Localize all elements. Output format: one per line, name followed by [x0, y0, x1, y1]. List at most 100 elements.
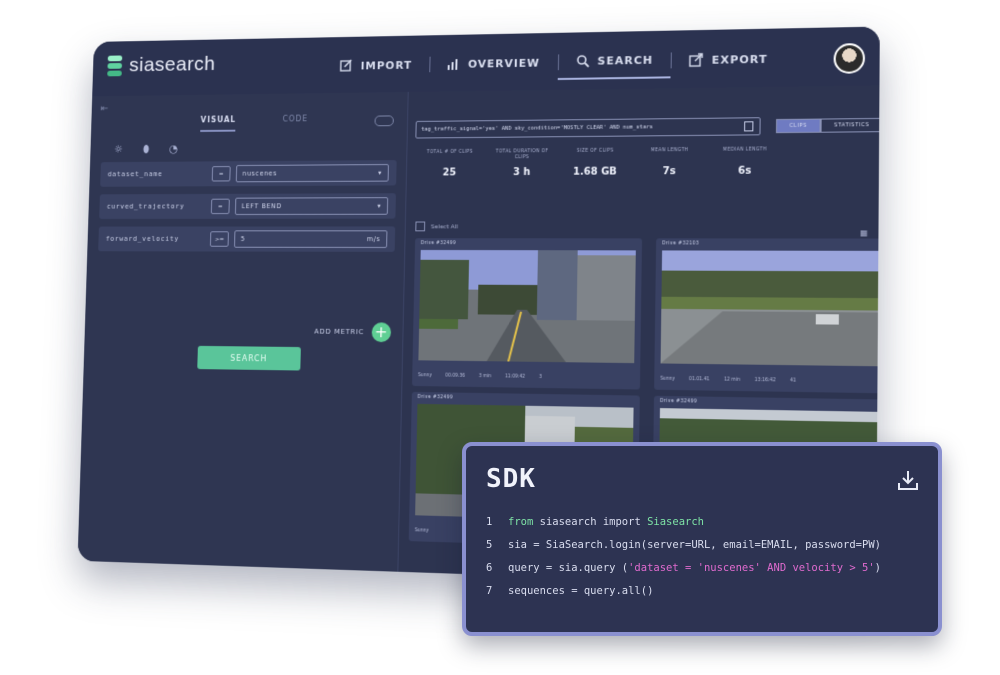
- value-select[interactable]: nuscenes ▾: [235, 164, 389, 183]
- sdk-card: SDK 1 from siasearch import Siasearch 5 sia…: [462, 442, 942, 636]
- code-line: 7 sequences = query.all(): [486, 585, 881, 608]
- add-metric-button[interactable]: ADD METRIC +: [314, 322, 392, 343]
- code-token: sequences = query.all(): [508, 585, 654, 597]
- nav-search[interactable]: SEARCH: [557, 42, 672, 81]
- stat-value: 1.68 GB: [572, 166, 617, 178]
- query-input[interactable]: tag_traffic_signal='yes' AND sky_conditi…: [415, 117, 761, 139]
- stat-value: 25: [442, 167, 457, 179]
- stat-label: SIZE OF CLIPS: [576, 148, 614, 154]
- code-token: from: [508, 516, 534, 528]
- nav-export-label: EXPORT: [711, 52, 768, 67]
- stat-value: 3 h: [512, 167, 531, 178]
- code-line: 1 from siasearch import Siasearch: [486, 516, 881, 539]
- nav-import[interactable]: IMPORT: [322, 47, 429, 84]
- search-icon: [575, 54, 589, 68]
- stat-label: MEDIAN LENGTH: [722, 147, 767, 153]
- code-block: 1 from siasearch import Siasearch 5 sia = S…: [486, 516, 881, 608]
- metric-row-trajectory: curved_trajectory = LEFT BEND ▾: [99, 193, 396, 219]
- date-meta: 00.09.36: [445, 373, 465, 379]
- clip-title: Drive #32499: [420, 241, 457, 247]
- location-icon[interactable]: ⬮: [143, 143, 150, 156]
- download-icon[interactable]: [896, 468, 920, 492]
- select-all-label: Select All: [430, 222, 458, 230]
- toggle-statistics[interactable]: STATISTICS: [820, 117, 880, 133]
- stat-label: TOTAL # OF CLIPS: [426, 149, 473, 155]
- operator-select[interactable]: =: [211, 166, 231, 182]
- panel-toggle[interactable]: [374, 115, 394, 127]
- grid-view-icon[interactable]: ▦: [860, 228, 868, 237]
- stat-value: 7s: [662, 166, 676, 178]
- logo[interactable]: siasearch: [107, 52, 216, 78]
- time-meta: 11:09:42: [504, 374, 526, 380]
- search-button[interactable]: SEARCH: [197, 345, 301, 371]
- line-number: 5: [486, 539, 493, 551]
- metric-row-velocity: forward_velocity >= 5 m/s: [98, 226, 396, 252]
- clip-thumbnail: [660, 250, 880, 367]
- weather-meta: Sunny: [414, 528, 429, 534]
- clip-card[interactable]: Drive #32499 Sunny 00.09.36 3 min 11:09:…: [412, 238, 643, 390]
- logo-icon: [107, 55, 123, 77]
- code-token: Siasearch: [647, 516, 704, 528]
- query-builder-panel: ⇤ VISUAL CODE ☼ ⬮ ◔ dataset_name = nusce…: [77, 91, 409, 572]
- value-input[interactable]: 5 m/s: [234, 230, 388, 248]
- operator-select[interactable]: =: [210, 198, 230, 215]
- nav-import-label: IMPORT: [360, 58, 413, 72]
- code-token: siasearch import: [533, 516, 648, 528]
- stats-bar: TOTAL # OF CLIPS 25 TOTAL DURATION OF CLI…: [422, 147, 774, 178]
- stat-mean-length: MEAN LENGTH 7s: [641, 148, 698, 177]
- plus-icon: +: [371, 322, 392, 343]
- code-line: 5 sia = SiaSearch.login(server=URL, email…: [486, 539, 881, 562]
- metric-label: curved_trajectory: [106, 202, 185, 211]
- metric-row-dataset: dataset_name = nuscenes ▾: [100, 160, 397, 187]
- nav-overview[interactable]: OVERVIEW: [429, 45, 558, 82]
- clip-title: Drive #32103: [662, 241, 700, 247]
- duration-meta: 12 min: [723, 377, 741, 383]
- count-meta: 3: [538, 374, 542, 380]
- collapse-icon[interactable]: ⇤: [101, 104, 109, 114]
- value-select[interactable]: LEFT BEND ▾: [234, 197, 389, 215]
- code-token: 'dataset = 'nuscenes' AND velocity > 5': [628, 562, 875, 574]
- bar-chart-icon: [447, 59, 458, 70]
- count-meta: 41: [790, 378, 797, 384]
- stat-label: TOTAL DURATION OF CLIPS: [495, 149, 549, 161]
- filter-icons: ☼ ⬮ ◔: [114, 143, 178, 157]
- sun-icon[interactable]: ☼: [114, 143, 123, 156]
- stat-total-duration: TOTAL DURATION OF CLIPS 3 h: [494, 149, 550, 178]
- mode-tabs: VISUAL CODE: [200, 114, 308, 132]
- avatar[interactable]: [833, 43, 866, 74]
- toggle-clips[interactable]: CLIPS: [775, 118, 821, 134]
- code-token: query = sia.query (: [508, 562, 629, 574]
- stat-value: 6s: [737, 165, 752, 177]
- tab-code[interactable]: CODE: [282, 114, 308, 131]
- nav-search-label: SEARCH: [597, 53, 654, 68]
- select-all[interactable]: Select All: [415, 221, 458, 232]
- nav-overview-label: OVERVIEW: [467, 56, 541, 71]
- line-number: 6: [486, 562, 493, 574]
- add-metric-label: ADD METRIC: [314, 327, 365, 337]
- value-text: LEFT BEND: [241, 202, 282, 211]
- line-number: 7: [486, 585, 493, 597]
- main-nav: IMPORT OVERVIEW SEARCH EXPORT: [322, 40, 786, 83]
- clip-meta: Sunny 01.01.41 12 min 13:16:42 41: [660, 377, 880, 385]
- clip-card[interactable]: Drive #32103 Sunny 01.01.41 12 min 13:16…: [654, 238, 880, 394]
- weather-meta: Sunny: [418, 373, 432, 379]
- time-meta: 13:16:42: [754, 377, 776, 384]
- query-text: tag_traffic_signal='yes' AND sky_conditi…: [421, 124, 653, 133]
- metric-label: forward_velocity: [105, 235, 180, 243]
- stat-size: SIZE OF CLIPS 1.68 GB: [567, 149, 623, 178]
- operator-select[interactable]: >=: [209, 231, 229, 247]
- code-line: 6 query = sia.query ('dataset = 'nuscenes…: [486, 562, 881, 585]
- stat-median-length: MEDIAN LENGTH 6s: [716, 147, 774, 177]
- value-text: 5: [240, 235, 246, 243]
- copy-icon[interactable]: [744, 121, 754, 132]
- gauge-icon[interactable]: ◔: [169, 143, 178, 156]
- weather-meta: Sunny: [660, 376, 675, 382]
- select-all-checkbox[interactable]: [415, 221, 426, 232]
- code-token: sia = SiaSearch.login(server=URL, email=…: [508, 539, 881, 551]
- export-icon: [689, 53, 703, 67]
- sdk-title: SDK: [486, 464, 536, 494]
- nav-export[interactable]: EXPORT: [671, 40, 787, 78]
- clip-thumbnail: [418, 249, 636, 364]
- logo-text: siasearch: [128, 52, 216, 77]
- tab-visual[interactable]: VISUAL: [200, 115, 237, 132]
